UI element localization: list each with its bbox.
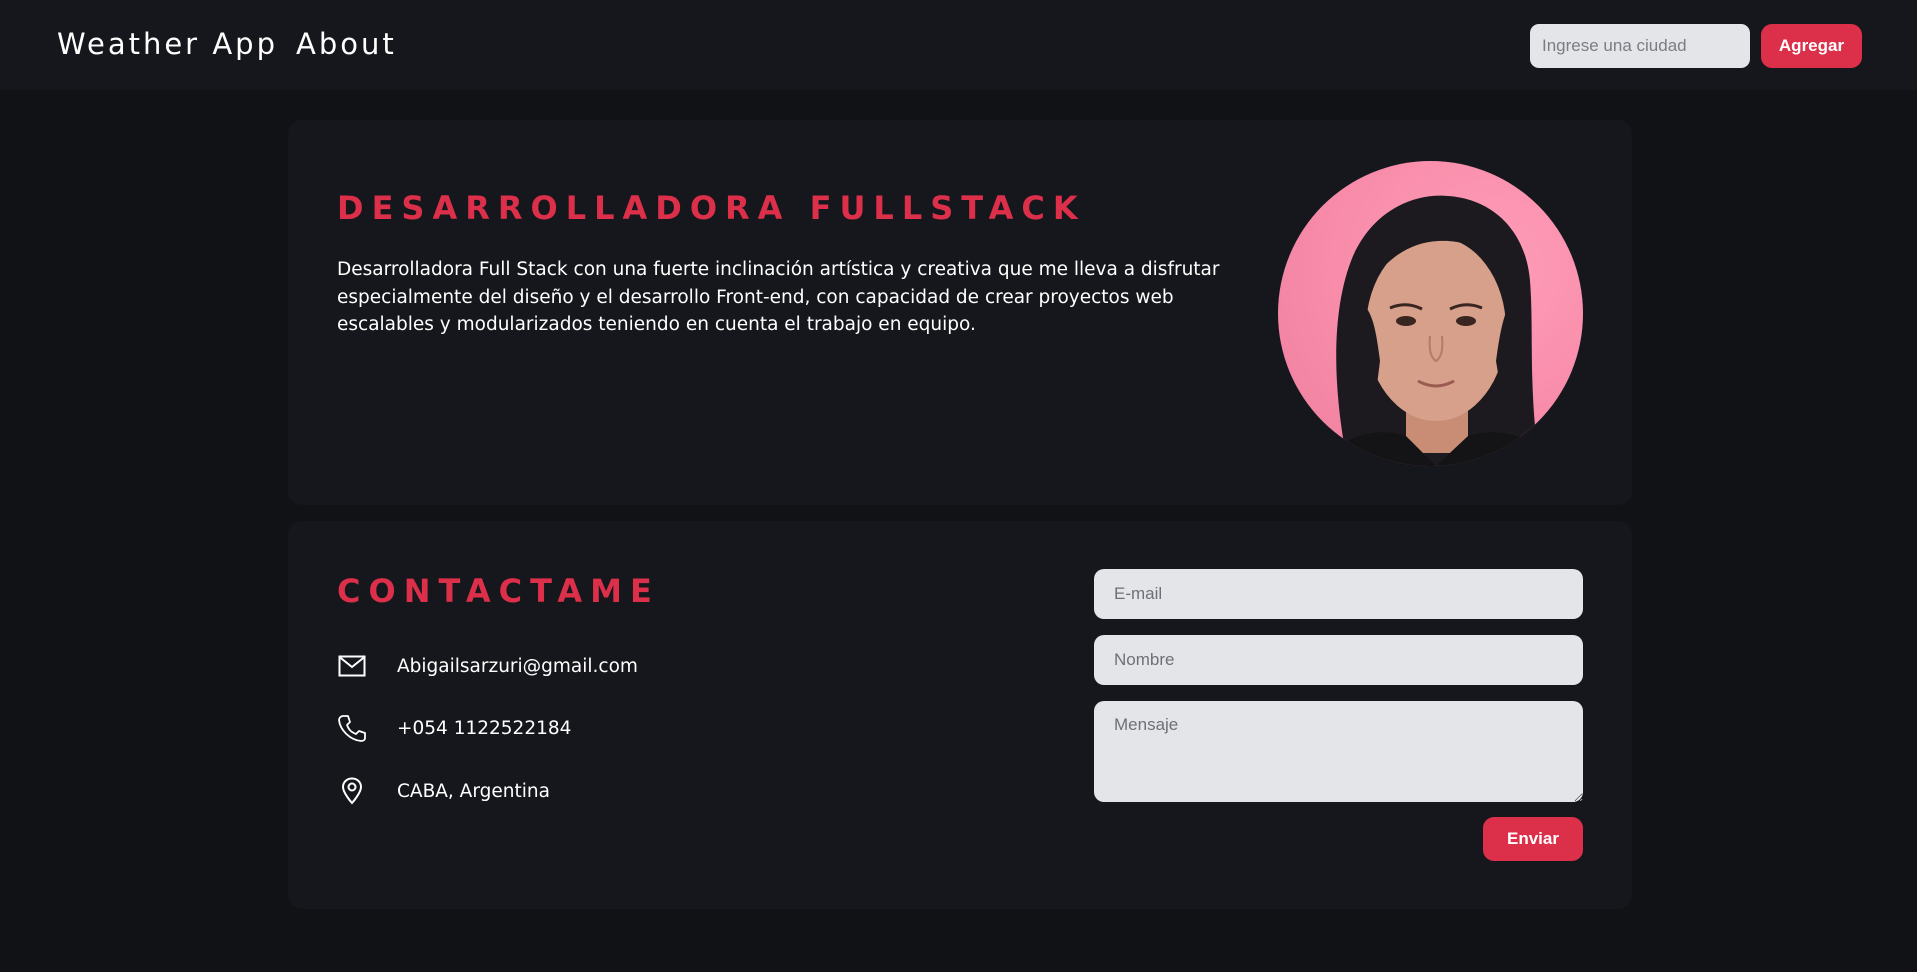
add-city-button[interactable]: Agregar (1761, 24, 1862, 68)
profile-photo-illustration (1318, 195, 1558, 466)
navbar: Weather App About Agregar (0, 0, 1917, 90)
nav-link-about[interactable]: About (296, 26, 397, 62)
send-button[interactable]: Enviar (1483, 817, 1583, 861)
about-description: Desarrolladora Full Stack con una fuerte… (337, 259, 1220, 335)
profile-photo (1278, 161, 1583, 466)
nav-link-weather-app[interactable]: Weather App (57, 26, 278, 62)
phone-icon (337, 713, 367, 743)
about-card: DESARROLLADORA FULLSTACK Desarrolladora … (288, 120, 1632, 505)
about-title: DESARROLLADORA FULLSTACK (337, 189, 1086, 227)
name-field[interactable] (1094, 635, 1583, 685)
city-search-input[interactable] (1530, 24, 1750, 68)
contact-card: CONTACTAME Abigailsarzuri@gmail.com +054… (288, 521, 1632, 909)
contact-location-text: CABA, Argentina (397, 780, 550, 802)
contact-email-row: Abigailsarzuri@gmail.com (337, 651, 638, 681)
message-field[interactable] (1094, 701, 1583, 802)
location-pin-icon (337, 776, 367, 806)
contact-phone-row: +054 1122522184 (337, 713, 571, 743)
contact-title: CONTACTAME (337, 572, 660, 610)
email-field[interactable] (1094, 569, 1583, 619)
contact-email-text: Abigailsarzuri@gmail.com (397, 655, 638, 677)
contact-phone-text: +054 1122522184 (397, 717, 572, 739)
contact-location-row: CABA, Argentina (337, 776, 550, 806)
mail-icon (337, 651, 367, 681)
